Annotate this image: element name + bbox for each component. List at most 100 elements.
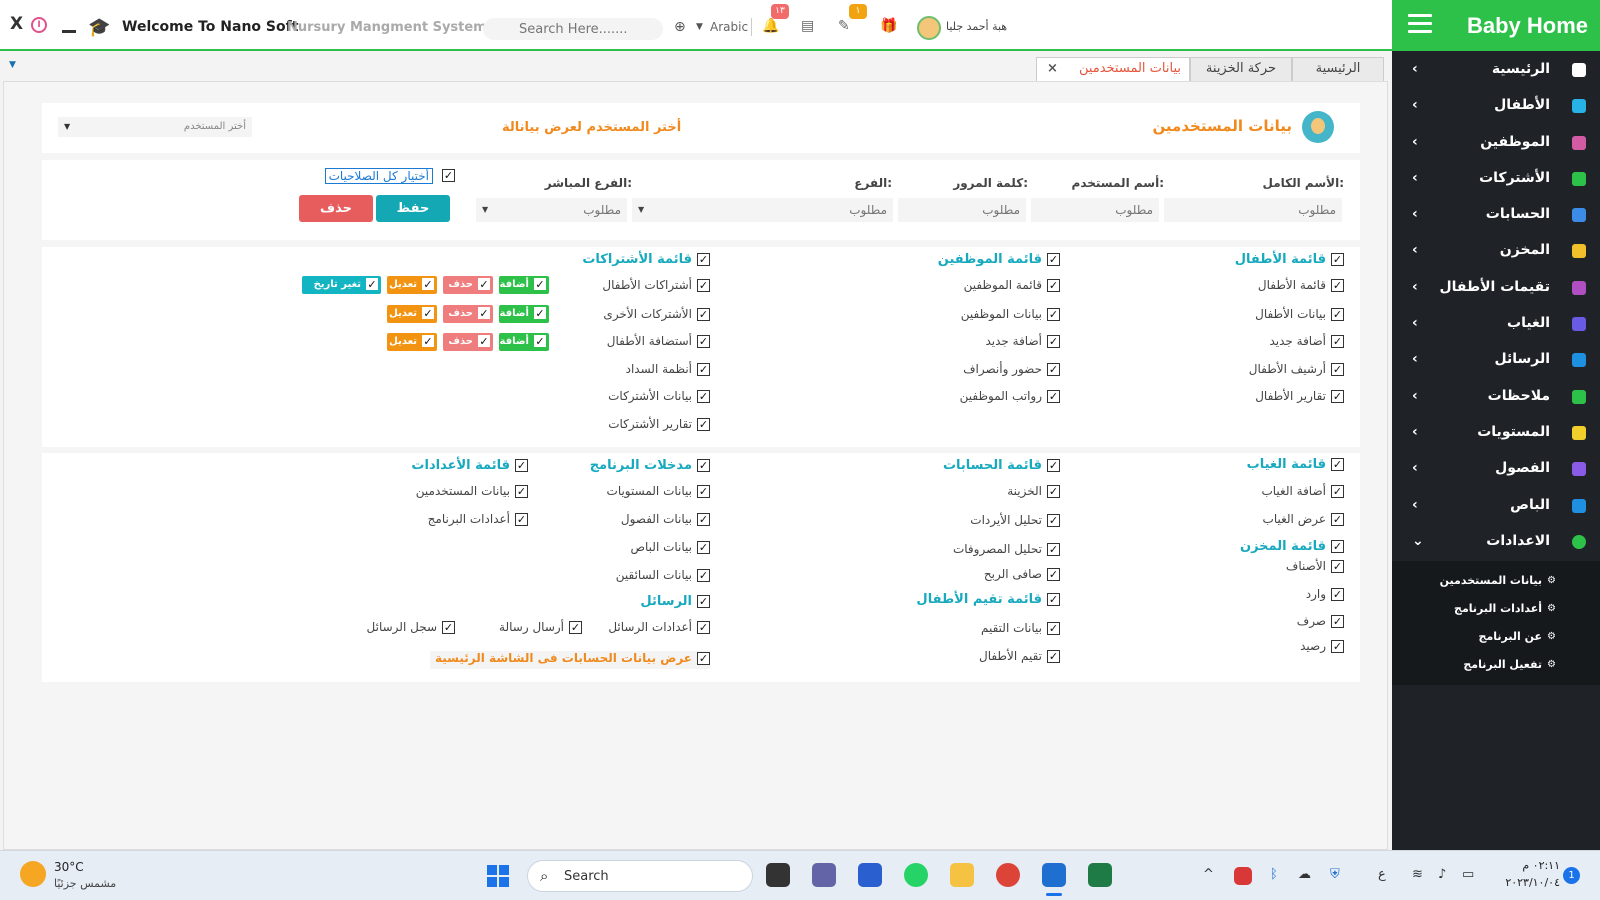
checkbox[interactable] [697, 279, 710, 292]
checkbox[interactable] [697, 253, 710, 266]
checkbox[interactable] [534, 307, 546, 319]
clock-date[interactable]: ٢٠٢٣/١٠/٠٤ [1494, 876, 1560, 889]
bell-icon[interactable]: 🔔 [762, 18, 779, 34]
hamburger-menu-icon[interactable] [1408, 14, 1432, 36]
checkbox[interactable] [366, 278, 378, 290]
username-field[interactable] [1031, 198, 1159, 222]
sidebar-item-classes[interactable]: ‹ الفصول [1392, 452, 1600, 488]
language-selector[interactable]: Arabic [710, 20, 748, 34]
battery-icon[interactable]: ▭ [1462, 867, 1474, 882]
perm-item[interactable]: بيانات الباص [510, 540, 710, 558]
checkbox[interactable] [697, 541, 710, 554]
full-name-field[interactable] [1164, 198, 1342, 222]
perm-item[interactable]: الأصناف [1144, 559, 1344, 577]
save-button[interactable]: حفظ [376, 195, 450, 222]
sidebar-item-notes[interactable]: ‹ ملاحظات [1392, 380, 1600, 416]
checkbox[interactable] [697, 595, 710, 608]
checkbox[interactable] [697, 485, 710, 498]
checkbox[interactable] [422, 278, 434, 290]
checkbox[interactable] [1331, 335, 1344, 348]
checkbox[interactable] [1331, 640, 1344, 653]
perm-children-header[interactable]: قائمة الأطفال [1144, 252, 1344, 270]
whatsapp-icon[interactable] [904, 863, 928, 887]
perm-messages-header[interactable]: الرسائل [510, 594, 710, 612]
perm-item[interactable]: حضور وأنصراف [860, 362, 1060, 380]
checkbox[interactable] [1047, 650, 1060, 663]
gift-icon[interactable]: 🎁 [880, 18, 897, 34]
checkbox[interactable] [1047, 308, 1060, 321]
perm-settings-header[interactable]: قائمة الأعدادات [328, 458, 528, 476]
chat-icon[interactable]: ✎ [838, 18, 850, 34]
perm-item[interactable]: بيانات الأطفال [1144, 307, 1344, 325]
perm-store-header[interactable]: قائمة المخزن [1144, 539, 1344, 557]
checkbox[interactable] [515, 459, 528, 472]
chrome-icon[interactable] [996, 863, 1020, 887]
user-name[interactable]: هبة أحمد جليا [946, 20, 1007, 33]
perm-item[interactable]: بيانات المستويات [510, 484, 710, 502]
checkbox[interactable] [1331, 279, 1344, 292]
chip-delete[interactable]: حذف [443, 276, 493, 294]
chip-delete[interactable]: حذف [443, 333, 493, 351]
chip-edit[interactable]: تعديل [387, 333, 437, 351]
checkbox[interactable] [1047, 622, 1060, 635]
checkbox[interactable] [1331, 540, 1344, 553]
perm-dashboard-option[interactable]: عرض بيانات الحسابات فى الشاشة الرئيسية [430, 651, 710, 669]
checkbox[interactable] [478, 307, 490, 319]
perm-item[interactable]: تحليل المصروفات [860, 542, 1060, 560]
clipboard-icon[interactable]: ▤ [801, 18, 814, 34]
perm-item[interactable]: أرشيف الأطفال [1144, 362, 1344, 380]
checkbox[interactable] [422, 307, 434, 319]
checkbox[interactable] [1331, 513, 1344, 526]
select-all-permissions[interactable]: أختيار كل الصلاحيات [324, 168, 455, 186]
input-language[interactable]: ع [1378, 867, 1386, 882]
checkbox[interactable] [697, 513, 710, 526]
power-icon[interactable]: I [31, 17, 47, 33]
sidebar-item-absence[interactable]: ‹ الغياب [1392, 307, 1600, 343]
password-field[interactable] [898, 198, 1026, 222]
minimize-button[interactable] [62, 30, 76, 33]
submenu-item-about[interactable]: عن البرنامج ⚙ [1392, 623, 1600, 651]
perm-accounts-header[interactable]: قائمة الحسابات [860, 458, 1060, 476]
task-view-icon[interactable] [766, 863, 790, 887]
perm-item[interactable]: صافى الربح [860, 567, 1060, 585]
tab-treasury[interactable]: حركة الخزينة [1190, 57, 1292, 81]
checkbox[interactable] [1047, 335, 1060, 348]
checkbox[interactable] [1047, 543, 1060, 556]
checkbox[interactable] [697, 418, 710, 431]
checkbox[interactable] [515, 513, 528, 526]
close-icon[interactable]: × [1047, 58, 1058, 80]
chip-edit[interactable]: تعديل [387, 305, 437, 323]
perm-item[interactable]: أضافة جديد [860, 334, 1060, 352]
perm-item[interactable]: أضافة الغياب [1144, 484, 1344, 502]
chevron-down-icon[interactable]: ▼ [696, 22, 703, 32]
tabs-dropdown-icon[interactable]: ▼ [9, 60, 16, 70]
checkbox[interactable] [697, 621, 710, 634]
perm-item[interactable]: قائمة الأطفال [1144, 278, 1344, 296]
checkbox[interactable] [1047, 390, 1060, 403]
checkbox[interactable] [422, 335, 434, 347]
perm-item[interactable]: وارد [1144, 587, 1344, 605]
checkbox[interactable] [442, 621, 455, 634]
search-input[interactable] [483, 18, 663, 40]
volume-icon[interactable]: ♪ [1438, 867, 1446, 882]
close-app-button[interactable]: X [10, 14, 23, 34]
bluetooth-icon[interactable]: ᛒ [1270, 867, 1278, 882]
checkbox[interactable] [1331, 615, 1344, 628]
store-app-icon[interactable] [858, 863, 882, 887]
perm-absence-header[interactable]: قائمة الغياب [1144, 457, 1344, 475]
chip-add[interactable]: أضافة [499, 305, 549, 323]
checkbox[interactable] [1331, 253, 1344, 266]
file-explorer-icon[interactable] [950, 863, 974, 887]
checkbox[interactable] [534, 278, 546, 290]
wifi-icon[interactable]: ≋ [1412, 867, 1423, 882]
checkbox[interactable] [1047, 593, 1060, 606]
sidebar-item-ratings[interactable]: ‹ تقيمات الأطفال [1392, 271, 1600, 307]
perm-item[interactable]: أضافة جديد [1144, 334, 1344, 352]
perm-item[interactable]: عرض الغياب [1144, 512, 1344, 530]
avatar[interactable] [917, 16, 941, 40]
checkbox[interactable] [1047, 363, 1060, 376]
security-icon[interactable]: ⛨ [1330, 867, 1340, 882]
sidebar-item-messages[interactable]: ‹ الرسائل [1392, 343, 1600, 379]
perm-subscriptions-header[interactable]: قائمة الأشتراكات [510, 252, 710, 270]
chip-add[interactable]: أضافة [499, 333, 549, 351]
